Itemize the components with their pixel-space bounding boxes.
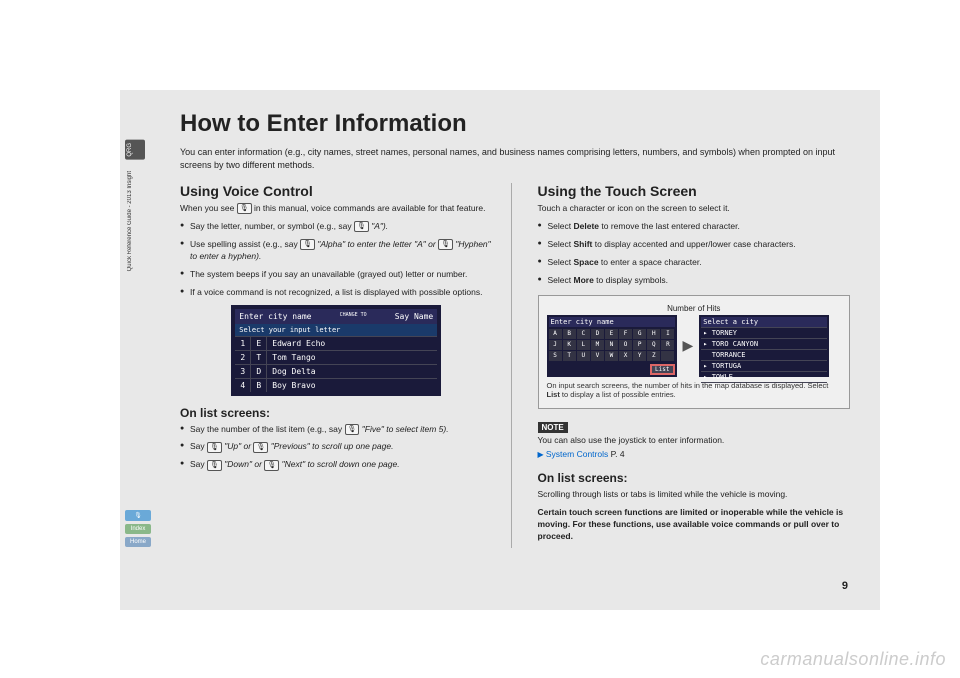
bottom-tabs: 🎙 Index Home: [125, 510, 151, 550]
tab-qrg[interactable]: QRG: [125, 140, 145, 160]
touch-list-desc: Scrolling through lists or tabs is limit…: [538, 489, 851, 501]
system-controls-link[interactable]: ▶ System Controls P. 4: [538, 449, 851, 461]
content-columns: Using Voice Control When you see 🎙 in th…: [180, 183, 850, 548]
touch-bullets: Select Delete to remove the last entered…: [538, 221, 851, 287]
voice-icon: 🎙: [354, 221, 369, 232]
shot-change: CHANGE TO: [340, 312, 367, 321]
touch-bullet-3: Select Space to enter a space character.: [538, 257, 851, 269]
voice-icon: 🎙: [237, 203, 252, 214]
page-title: How to Enter Information: [180, 110, 850, 138]
hits-label: Number of Hits: [547, 304, 842, 313]
voice-column: Using Voice Control When you see 🎙 in th…: [180, 183, 512, 548]
shot-row: 2TTom Tango: [235, 350, 437, 364]
sidebar: QRG Quick Reference Guide - 2013 Insight: [125, 140, 137, 440]
touch-bullet-4: Select More to display symbols.: [538, 275, 851, 287]
voice-icon: 🎙: [264, 460, 279, 471]
voice-icon: 🎙: [207, 442, 222, 453]
note-badge: NOTE: [538, 422, 568, 433]
touch-desc: Touch a character or icon on the screen …: [538, 203, 851, 215]
watermark: carmanualsonline.info: [760, 649, 946, 670]
voice-list-title: On list screens:: [180, 406, 493, 420]
voice-icon: 🎙: [345, 424, 360, 435]
tab-voice[interactable]: 🎙: [125, 510, 151, 521]
intro-text: You can enter information (e.g., city na…: [180, 146, 850, 171]
list-bullet-3: Say 🎙 "Down" or 🎙 "Next" to scroll down …: [180, 459, 493, 471]
voice-icon: 🎙: [253, 442, 268, 453]
list-screenshot: Select a city ▸ TORNEY ▸ TORO CANYON TOR…: [699, 315, 829, 377]
shot-row: 3DDog Delta: [235, 364, 437, 378]
note-text: You can also use the joystick to enter i…: [538, 435, 851, 447]
voice-bullet-2: Use spelling assist (e.g., say 🎙 "Alpha"…: [180, 239, 493, 263]
shot-subtitle: Select your input letter: [235, 324, 437, 336]
document-page: How to Enter Information You can enter i…: [120, 90, 880, 610]
voice-bullet-3: The system beeps if you say an unavailab…: [180, 269, 493, 281]
page-number: 9: [842, 580, 848, 592]
voice-icon: 🎙: [207, 460, 222, 471]
voice-title: Using Voice Control: [180, 183, 493, 199]
list-bullet-1: Say the number of the list item (e.g., s…: [180, 424, 493, 436]
voice-list-bullets: Say the number of the list item (e.g., s…: [180, 424, 493, 472]
touch-screenshot-box: Number of Hits Enter city name ABCDEFGHI…: [538, 295, 851, 410]
touch-bullet-1: Select Delete to remove the last entered…: [538, 221, 851, 233]
touch-title: Using the Touch Screen: [538, 183, 851, 199]
tab-home[interactable]: Home: [125, 537, 151, 547]
voice-icon: 🎙: [438, 239, 453, 250]
voice-bullet-4: If a voice command is not recognized, a …: [180, 287, 493, 299]
keyboard-screenshot: Enter city name ABCDEFGHI JKLMNOPQR STUV…: [547, 315, 677, 377]
tab-index[interactable]: Index: [125, 524, 151, 534]
voice-bullet-1: Say the letter, number, or symbol (e.g.,…: [180, 221, 493, 233]
shot-title: Enter city name: [239, 312, 311, 321]
kbd-keys: ABCDEFGHI JKLMNOPQR STUVWXYZ: [549, 329, 675, 361]
shot-row: 4BBoy Bravo: [235, 378, 437, 392]
voice-screenshot: Enter city name CHANGE TO Say Name Selec…: [231, 305, 441, 396]
voice-desc: When you see 🎙 in this manual, voice com…: [180, 203, 493, 215]
list-button-highlight: List: [650, 364, 674, 375]
arrow-icon: ▶: [683, 337, 694, 354]
voice-bullets: Say the letter, number, or symbol (e.g.,…: [180, 221, 493, 298]
touch-list-bold: Certain touch screen functions are limit…: [538, 507, 851, 543]
touch-list-title: On list screens:: [538, 471, 851, 485]
tab-guide: Quick Reference Guide - 2013 Insight: [125, 169, 145, 273]
list-bullet-2: Say 🎙 "Up" or 🎙 "Previous" to scroll up …: [180, 441, 493, 453]
shot-row: 1EEdward Echo: [235, 336, 437, 350]
voice-icon: 🎙: [300, 239, 315, 250]
shot-title-r: Say Name: [395, 312, 434, 321]
touch-column: Using the Touch Screen Touch a character…: [536, 183, 851, 548]
touch-bullet-2: Select Shift to display accented and upp…: [538, 239, 851, 251]
